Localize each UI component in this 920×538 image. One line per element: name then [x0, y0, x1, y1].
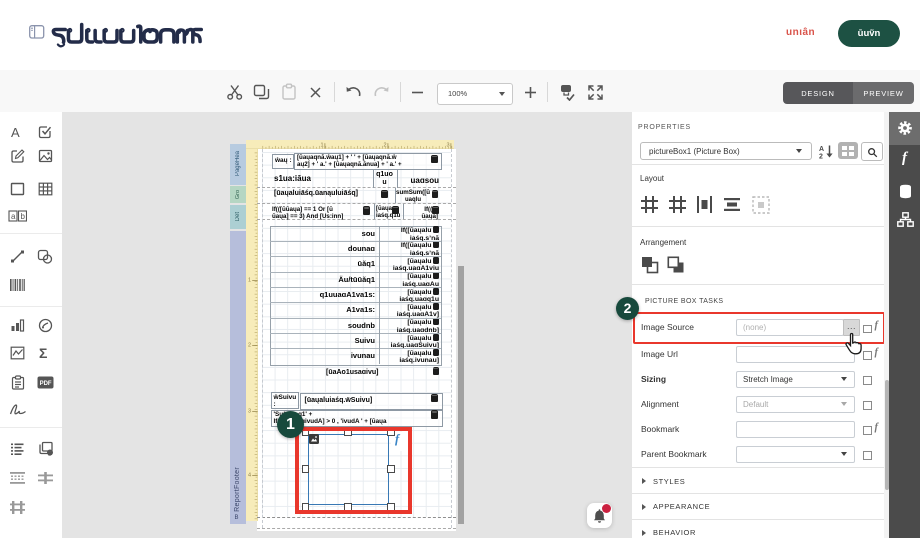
svg-text:a: a: [11, 212, 16, 221]
svg-text:3: 3: [248, 409, 251, 415]
svg-text:1: 1: [248, 278, 251, 284]
svg-text:2: 2: [819, 153, 823, 159]
svg-text:3: 3: [446, 143, 449, 149]
svg-text:A: A: [819, 146, 824, 153]
svg-text:PDF: PDF: [40, 381, 52, 387]
svg-text:1: 1: [320, 143, 323, 149]
svg-text:2: 2: [383, 143, 386, 149]
svg-text:2: 2: [248, 343, 251, 349]
svg-text:4: 4: [248, 473, 251, 479]
svg-text:b: b: [21, 212, 26, 221]
